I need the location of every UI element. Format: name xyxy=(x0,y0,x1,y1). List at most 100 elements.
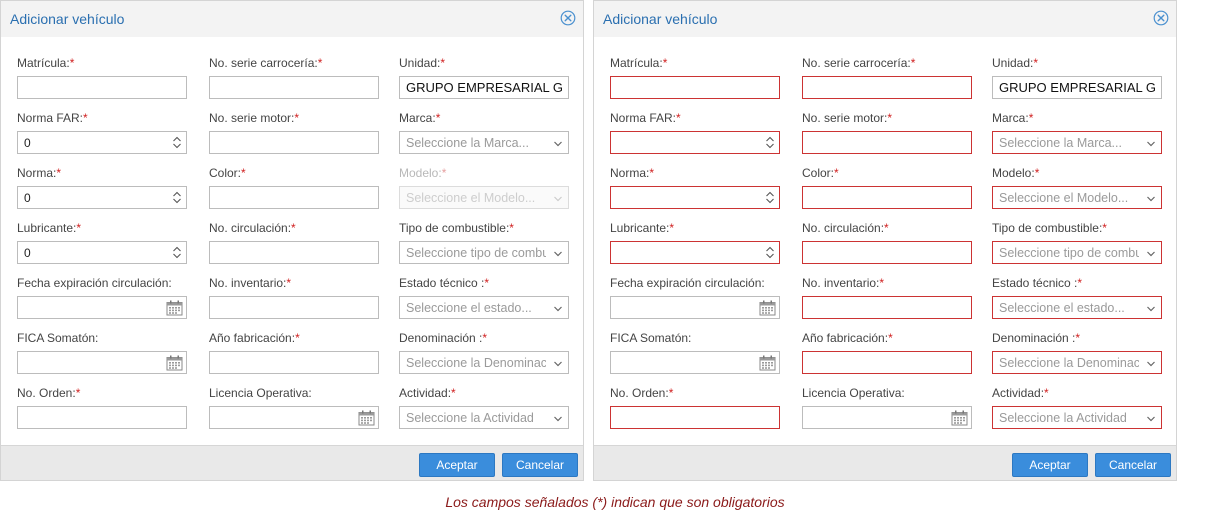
calendar-icon[interactable] xyxy=(759,355,776,371)
unidad-field[interactable] xyxy=(992,76,1162,99)
licencia-field[interactable] xyxy=(209,406,379,429)
estado-select[interactable]: Seleccione el estado... xyxy=(992,296,1162,319)
marca-select[interactable]: Seleccione la Marca... xyxy=(399,131,569,154)
cancel-button[interactable]: Cancelar xyxy=(1095,453,1171,477)
fica-field[interactable] xyxy=(610,351,780,374)
chevron-down-icon xyxy=(1146,137,1156,149)
matricula-input[interactable] xyxy=(611,77,779,98)
actividad-select[interactable]: Seleccione la Actividad xyxy=(399,406,569,429)
spinner-arrows-icon[interactable] xyxy=(172,245,182,260)
lubricante-field[interactable] xyxy=(17,241,187,264)
calendar-icon[interactable] xyxy=(358,410,375,426)
licencia-field[interactable] xyxy=(802,406,972,429)
norma-far-input[interactable] xyxy=(611,132,779,153)
orden-field[interactable] xyxy=(610,406,780,429)
norma-far-field[interactable] xyxy=(17,131,187,154)
close-icon[interactable] xyxy=(560,10,576,26)
inventario-input[interactable] xyxy=(803,297,971,318)
dialog-form: Matrícula:* No. serie carrocería:* Unidad:… xyxy=(1,37,583,445)
combustible-select[interactable]: Seleccione tipo de combustible xyxy=(399,241,569,264)
required-marker: * xyxy=(440,56,446,70)
anio-field[interactable] xyxy=(209,351,379,374)
anio-label: Año fabricación:* xyxy=(209,331,300,345)
serie-carroceria-field[interactable] xyxy=(209,76,379,99)
orden-field[interactable] xyxy=(17,406,187,429)
norma-input[interactable] xyxy=(611,187,779,208)
calendar-icon[interactable] xyxy=(759,300,776,316)
fica-input[interactable] xyxy=(18,352,186,373)
calendar-icon[interactable] xyxy=(166,355,183,371)
color-field[interactable] xyxy=(209,186,379,209)
matricula-field[interactable] xyxy=(17,76,187,99)
licencia-input[interactable] xyxy=(210,407,378,428)
fecha-exp-field[interactable] xyxy=(17,296,187,319)
serie-carroceria-input[interactable] xyxy=(803,77,971,98)
actividad-select[interactable]: Seleccione la Actividad xyxy=(992,406,1162,429)
serie-motor-field[interactable] xyxy=(209,131,379,154)
lubricante-field[interactable] xyxy=(610,241,780,264)
fecha-exp-field[interactable] xyxy=(610,296,780,319)
anio-input[interactable] xyxy=(210,352,378,373)
norma-field[interactable] xyxy=(17,186,187,209)
color-input[interactable] xyxy=(803,187,971,208)
circulacion-field[interactable] xyxy=(209,241,379,264)
required-marker: * xyxy=(676,111,681,125)
norma-label: Norma:* xyxy=(610,166,654,180)
modelo-select[interactable]: Seleccione el Modelo... xyxy=(992,186,1162,209)
cancel-button[interactable]: Cancelar xyxy=(502,453,578,477)
combustible-select[interactable]: Seleccione tipo de combustible xyxy=(992,241,1162,264)
circulacion-field[interactable] xyxy=(802,241,972,264)
fica-input[interactable] xyxy=(611,352,779,373)
matricula-input[interactable] xyxy=(18,77,186,98)
inventario-input[interactable] xyxy=(210,297,378,318)
spinner-arrows-icon[interactable] xyxy=(172,190,182,205)
unidad-field[interactable] xyxy=(399,76,569,99)
anio-input[interactable] xyxy=(803,352,971,373)
close-icon[interactable] xyxy=(1153,10,1169,26)
fecha-exp-input[interactable] xyxy=(611,297,779,318)
inventario-field[interactable] xyxy=(802,296,972,319)
label-text: No. circulación: xyxy=(209,221,292,235)
serie-motor-input[interactable] xyxy=(803,132,971,153)
unidad-input[interactable] xyxy=(400,77,568,98)
matricula-field[interactable] xyxy=(610,76,780,99)
orden-input[interactable] xyxy=(18,407,186,428)
lubricante-input[interactable] xyxy=(611,242,779,263)
lubricante-label: Lubricante:* xyxy=(17,221,81,235)
denominacion-select[interactable]: Seleccione la Denominación xyxy=(992,351,1162,374)
accept-button[interactable]: Aceptar xyxy=(1012,453,1088,477)
denominacion-select[interactable]: Seleccione la Denominación xyxy=(399,351,569,374)
calendar-icon[interactable] xyxy=(166,300,183,316)
unidad-input[interactable] xyxy=(993,77,1161,98)
estado-select[interactable]: Seleccione el estado... xyxy=(399,296,569,319)
inventario-field[interactable] xyxy=(209,296,379,319)
circulacion-input[interactable] xyxy=(803,242,971,263)
serie-carroceria-field[interactable] xyxy=(802,76,972,99)
spinner-arrows-icon[interactable] xyxy=(172,135,182,150)
fecha-exp-input[interactable] xyxy=(18,297,186,318)
norma-field[interactable] xyxy=(610,186,780,209)
spinner-arrows-icon[interactable] xyxy=(765,190,775,205)
norma-input[interactable] xyxy=(18,187,186,208)
norma-far-input[interactable] xyxy=(18,132,186,153)
label-text: Modelo: xyxy=(399,166,442,180)
marca-select[interactable]: Seleccione la Marca... xyxy=(992,131,1162,154)
norma-far-field[interactable] xyxy=(610,131,780,154)
licencia-input[interactable] xyxy=(803,407,971,428)
circulacion-input[interactable] xyxy=(210,242,378,263)
serie-motor-field[interactable] xyxy=(802,131,972,154)
calendar-icon[interactable] xyxy=(951,410,968,426)
label-text: No. serie motor: xyxy=(802,111,888,125)
serie-carroceria-input[interactable] xyxy=(210,77,378,98)
fica-field[interactable] xyxy=(17,351,187,374)
orden-input[interactable] xyxy=(611,407,779,428)
spinner-arrows-icon[interactable] xyxy=(765,135,775,150)
anio-field[interactable] xyxy=(802,351,972,374)
label-text: Modelo: xyxy=(992,166,1035,180)
serie-motor-input[interactable] xyxy=(210,132,378,153)
spinner-arrows-icon[interactable] xyxy=(765,245,775,260)
color-input[interactable] xyxy=(210,187,378,208)
lubricante-input[interactable] xyxy=(18,242,186,263)
accept-button[interactable]: Aceptar xyxy=(419,453,495,477)
color-field[interactable] xyxy=(802,186,972,209)
